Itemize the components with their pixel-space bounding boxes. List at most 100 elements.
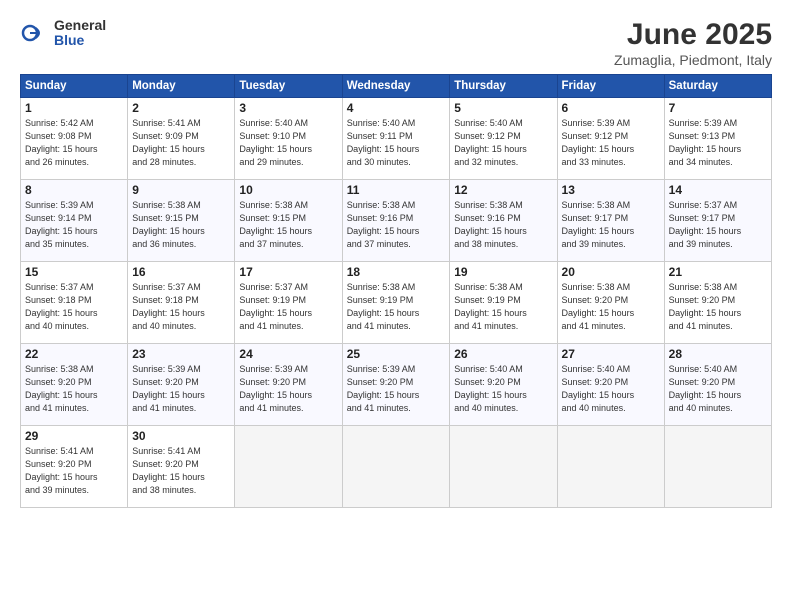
day-number: 13 (562, 183, 660, 197)
day-number: 1 (25, 101, 123, 115)
day-info: Sunrise: 5:41 AMSunset: 9:20 PMDaylight:… (25, 445, 123, 497)
table-row (557, 426, 664, 508)
table-row: 9 Sunrise: 5:38 AMSunset: 9:15 PMDaylight… (128, 180, 235, 262)
calendar-week-row: 29 Sunrise: 5:41 AMSunset: 9:20 PMDayligh… (21, 426, 772, 508)
day-number: 6 (562, 101, 660, 115)
day-number: 7 (669, 101, 767, 115)
table-row: 27 Sunrise: 5:40 AMSunset: 9:20 PMDayligh… (557, 344, 664, 426)
table-row: 30 Sunrise: 5:41 AMSunset: 9:20 PMDayligh… (128, 426, 235, 508)
day-number: 11 (347, 183, 446, 197)
day-number: 21 (669, 265, 767, 279)
table-row: 4 Sunrise: 5:40 AMSunset: 9:11 PMDaylight… (342, 98, 450, 180)
day-number: 29 (25, 429, 123, 443)
logo: General Blue (20, 18, 106, 49)
table-row: 23 Sunrise: 5:39 AMSunset: 9:20 PMDayligh… (128, 344, 235, 426)
logo-text: General Blue (54, 18, 106, 49)
day-number: 4 (347, 101, 446, 115)
day-number: 23 (132, 347, 230, 361)
table-row: 20Sunrise: 5:38 AMSunset: 9:20 PMDayligh… (557, 262, 664, 344)
table-row: 21 Sunrise: 5:38 AMSunset: 9:20 PMDayligh… (664, 262, 771, 344)
table-row: 5 Sunrise: 5:40 AMSunset: 9:12 PMDaylight… (450, 98, 557, 180)
day-info: Sunrise: 5:37 AMSunset: 9:19 PMDaylight:… (239, 281, 337, 333)
day-info: Sunrise: 5:40 AMSunset: 9:11 PMDaylight:… (347, 117, 446, 169)
day-info: Sunrise: 5:38 AMSunset: 9:20 PMDaylight:… (669, 281, 767, 333)
day-number: 22 (25, 347, 123, 361)
day-number: 9 (132, 183, 230, 197)
day-info: Sunrise: 5:38 AMSunset: 9:17 PMDaylight:… (562, 199, 660, 251)
day-info: Sunrise: 5:39 AMSunset: 9:20 PMDaylight:… (239, 363, 337, 415)
table-row: 26 Sunrise: 5:40 AMSunset: 9:20 PMDayligh… (450, 344, 557, 426)
col-sunday: Sunday (21, 75, 128, 98)
day-info: Sunrise: 5:41 AMSunset: 9:20 PMDaylight:… (132, 445, 230, 497)
table-row: 19Sunrise: 5:38 AMSunset: 9:19 PMDayligh… (450, 262, 557, 344)
col-monday: Monday (128, 75, 235, 98)
table-row: 11 Sunrise: 5:38 AMSunset: 9:16 PMDayligh… (342, 180, 450, 262)
day-info: Sunrise: 5:40 AMSunset: 9:12 PMDaylight:… (454, 117, 552, 169)
day-info: Sunrise: 5:40 AMSunset: 9:20 PMDaylight:… (454, 363, 552, 415)
day-number: 30 (132, 429, 230, 443)
day-info: Sunrise: 5:38 AMSunset: 9:19 PMDaylight:… (454, 281, 552, 333)
table-row: 16 Sunrise: 5:37 AMSunset: 9:18 PMDayligh… (128, 262, 235, 344)
day-info: Sunrise: 5:40 AMSunset: 9:20 PMDaylight:… (562, 363, 660, 415)
table-row: 28Sunrise: 5:40 AMSunset: 9:20 PMDayligh… (664, 344, 771, 426)
table-row: 15Sunrise: 5:37 AMSunset: 9:18 PMDayligh… (21, 262, 128, 344)
table-row: 18 Sunrise: 5:38 AMSunset: 9:19 PMDayligh… (342, 262, 450, 344)
calendar-week-row: 1Sunrise: 5:42 AMSunset: 9:08 PMDaylight… (21, 98, 772, 180)
table-row: 14 Sunrise: 5:37 AMSunset: 9:17 PMDayligh… (664, 180, 771, 262)
calendar-week-row: 22 Sunrise: 5:38 AMSunset: 9:20 PMDayligh… (21, 344, 772, 426)
col-thursday: Thursday (450, 75, 557, 98)
table-row (342, 426, 450, 508)
table-row: 17Sunrise: 5:37 AMSunset: 9:19 PMDayligh… (235, 262, 342, 344)
title-block: June 2025 Zumaglia, Piedmont, Italy (614, 18, 772, 68)
day-info: Sunrise: 5:38 AMSunset: 9:16 PMDaylight:… (454, 199, 552, 251)
day-info: Sunrise: 5:38 AMSunset: 9:15 PMDaylight:… (239, 199, 337, 251)
col-friday: Friday (557, 75, 664, 98)
day-number: 16 (132, 265, 230, 279)
calendar-week-row: 8Sunrise: 5:39 AMSunset: 9:14 PMDaylight… (21, 180, 772, 262)
day-number: 3 (239, 101, 337, 115)
day-number: 18 (347, 265, 446, 279)
day-number: 27 (562, 347, 660, 361)
day-info: Sunrise: 5:39 AMSunset: 9:20 PMDaylight:… (347, 363, 446, 415)
calendar-subtitle: Zumaglia, Piedmont, Italy (614, 52, 772, 68)
table-row: 8Sunrise: 5:39 AMSunset: 9:14 PMDaylight… (21, 180, 128, 262)
calendar-table: Sunday Monday Tuesday Wednesday Thursday… (20, 74, 772, 508)
day-number: 2 (132, 101, 230, 115)
table-row: 2 Sunrise: 5:41 AMSunset: 9:09 PMDaylight… (128, 98, 235, 180)
day-info: Sunrise: 5:39 AMSunset: 9:20 PMDaylight:… (132, 363, 230, 415)
header-row: Sunday Monday Tuesday Wednesday Thursday… (21, 75, 772, 98)
table-row: 7 Sunrise: 5:39 AMSunset: 9:13 PMDaylight… (664, 98, 771, 180)
day-info: Sunrise: 5:37 AMSunset: 9:18 PMDaylight:… (132, 281, 230, 333)
day-info: Sunrise: 5:37 AMSunset: 9:17 PMDaylight:… (669, 199, 767, 251)
day-info: Sunrise: 5:38 AMSunset: 9:15 PMDaylight:… (132, 199, 230, 251)
day-number: 12 (454, 183, 552, 197)
table-row: 6 Sunrise: 5:39 AMSunset: 9:12 PMDaylight… (557, 98, 664, 180)
day-number: 5 (454, 101, 552, 115)
day-info: Sunrise: 5:39 AMSunset: 9:12 PMDaylight:… (562, 117, 660, 169)
calendar-title: June 2025 (614, 18, 772, 52)
day-number: 28 (669, 347, 767, 361)
day-number: 26 (454, 347, 552, 361)
calendar-week-row: 15Sunrise: 5:37 AMSunset: 9:18 PMDayligh… (21, 262, 772, 344)
table-row: 22 Sunrise: 5:38 AMSunset: 9:20 PMDayligh… (21, 344, 128, 426)
day-number: 10 (239, 183, 337, 197)
table-row (664, 426, 771, 508)
day-info: Sunrise: 5:41 AMSunset: 9:09 PMDaylight:… (132, 117, 230, 169)
day-info: Sunrise: 5:40 AMSunset: 9:10 PMDaylight:… (239, 117, 337, 169)
day-number: 25 (347, 347, 446, 361)
day-info: Sunrise: 5:38 AMSunset: 9:20 PMDaylight:… (25, 363, 123, 415)
day-number: 14 (669, 183, 767, 197)
day-info: Sunrise: 5:38 AMSunset: 9:16 PMDaylight:… (347, 199, 446, 251)
day-number: 24 (239, 347, 337, 361)
day-info: Sunrise: 5:38 AMSunset: 9:20 PMDaylight:… (562, 281, 660, 333)
day-info: Sunrise: 5:39 AMSunset: 9:13 PMDaylight:… (669, 117, 767, 169)
table-row: 10 Sunrise: 5:38 AMSunset: 9:15 PMDayligh… (235, 180, 342, 262)
table-row: 29 Sunrise: 5:41 AMSunset: 9:20 PMDayligh… (21, 426, 128, 508)
table-row (450, 426, 557, 508)
table-row: 24 Sunrise: 5:39 AMSunset: 9:20 PMDayligh… (235, 344, 342, 426)
table-row: 12 Sunrise: 5:38 AMSunset: 9:16 PMDayligh… (450, 180, 557, 262)
page: General Blue June 2025 Zumaglia, Piedmon… (0, 0, 792, 612)
logo-general-label: General (54, 18, 106, 33)
logo-blue-label: Blue (54, 33, 106, 48)
day-info: Sunrise: 5:38 AMSunset: 9:19 PMDaylight:… (347, 281, 446, 333)
